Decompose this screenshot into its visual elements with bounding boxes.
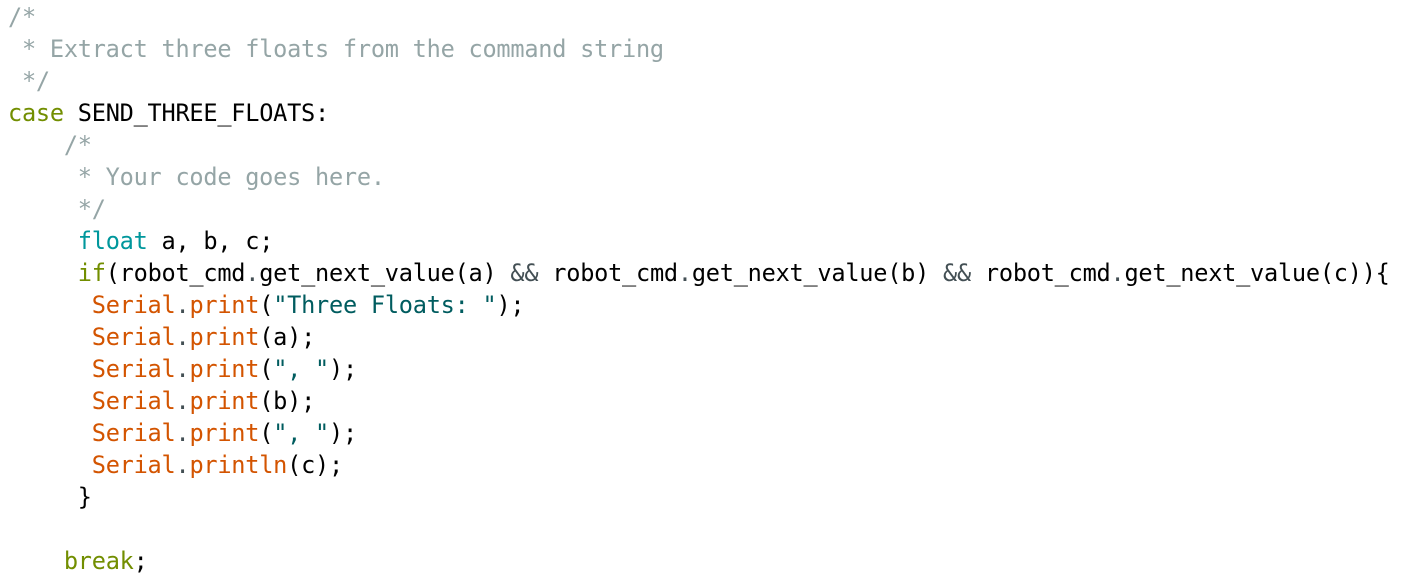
comment-token: /* (8, 3, 36, 31)
operator-token: . (677, 259, 692, 287)
function-token: println (189, 451, 288, 479)
code-token: ); (496, 291, 525, 319)
comment-token: */ (8, 195, 106, 223)
code-token: get_next_value(c)){ (1124, 259, 1390, 287)
code-line: Serial.print(", "); (8, 417, 1390, 449)
function-token: Serial (91, 419, 176, 447)
code-token: a, b, c; (147, 227, 274, 255)
function-token: print (189, 355, 260, 383)
operator-token: . (1110, 259, 1125, 287)
code-token: ( (259, 419, 274, 447)
code-line: */ (8, 193, 1390, 225)
code-line: */ (8, 65, 1390, 97)
function-token: print (189, 291, 260, 319)
code-token: ); (329, 419, 357, 447)
type-token: float (77, 227, 148, 255)
code-line: /* (8, 1, 1390, 33)
code-token: get_next_value(a) (259, 259, 511, 287)
string-token: ", " (273, 419, 330, 447)
function-token: Serial (91, 355, 176, 383)
code-token: ( (259, 291, 274, 319)
code-line: Serial.print(", "); (8, 353, 1390, 385)
code-token: get_next_value(b) (691, 259, 944, 287)
function-token: print (189, 419, 260, 447)
function-token: print (189, 323, 260, 351)
code-token: robot_cmd (538, 259, 678, 287)
operator-token: && (510, 259, 539, 287)
string-token: "Three Floats: " (273, 291, 497, 319)
code-editor[interactable]: /* * Extract three floats from the comma… (8, 1, 1390, 577)
code-token: (a); (259, 323, 316, 351)
function-token: Serial (91, 291, 176, 319)
function-token: print (189, 387, 260, 415)
function-token: Serial (91, 451, 176, 479)
code-line: if(robot_cmd.get_next_value(a) && robot_… (8, 257, 1390, 289)
keyword-token: case (8, 99, 64, 127)
code-line: case SEND_THREE_FLOATS: (8, 97, 1390, 129)
code-line: float a, b, c; (8, 225, 1390, 257)
operator-token: . (175, 451, 190, 479)
code-token: ); (329, 355, 357, 383)
keyword-token: break (63, 547, 134, 575)
keyword-token: if (77, 259, 106, 287)
code-line: Serial.println(c); (8, 449, 1390, 481)
code-line: } (8, 481, 1390, 513)
function-token: Serial (91, 387, 176, 415)
code-line: * Your code goes here. (8, 161, 1390, 193)
comment-token: * Extract three floats from the command … (8, 35, 664, 63)
operator-token: . (175, 419, 190, 447)
code-token: (robot_cmd (105, 259, 246, 287)
code-line: Serial.print("Three Floats: "); (8, 289, 1390, 321)
code-line: /* (8, 129, 1390, 161)
code-token: } (8, 483, 92, 511)
operator-token: . (175, 387, 190, 415)
string-token: ", " (273, 355, 330, 383)
code-line: break; (8, 545, 1390, 577)
function-token: Serial (91, 323, 176, 351)
code-token: SEND_THREE_FLOATS: (63, 99, 329, 127)
comment-token: */ (8, 67, 50, 95)
code-line: Serial.print(b); (8, 385, 1390, 417)
code-line: * Extract three floats from the command … (8, 33, 1390, 65)
code-token: (b); (259, 387, 316, 415)
code-token: robot_cmd (970, 259, 1111, 287)
operator-token: . (175, 291, 190, 319)
code-line: Serial.print(a); (8, 321, 1390, 353)
comment-token: * Your code goes here. (8, 163, 385, 191)
code-token: ; (133, 547, 148, 575)
code-token: ( (259, 355, 274, 383)
operator-token: && (943, 259, 971, 287)
operator-token: . (245, 259, 260, 287)
operator-token: . (175, 323, 190, 351)
operator-token: . (175, 355, 190, 383)
code-token: (c); (287, 451, 343, 479)
comment-token: /* (8, 131, 92, 159)
